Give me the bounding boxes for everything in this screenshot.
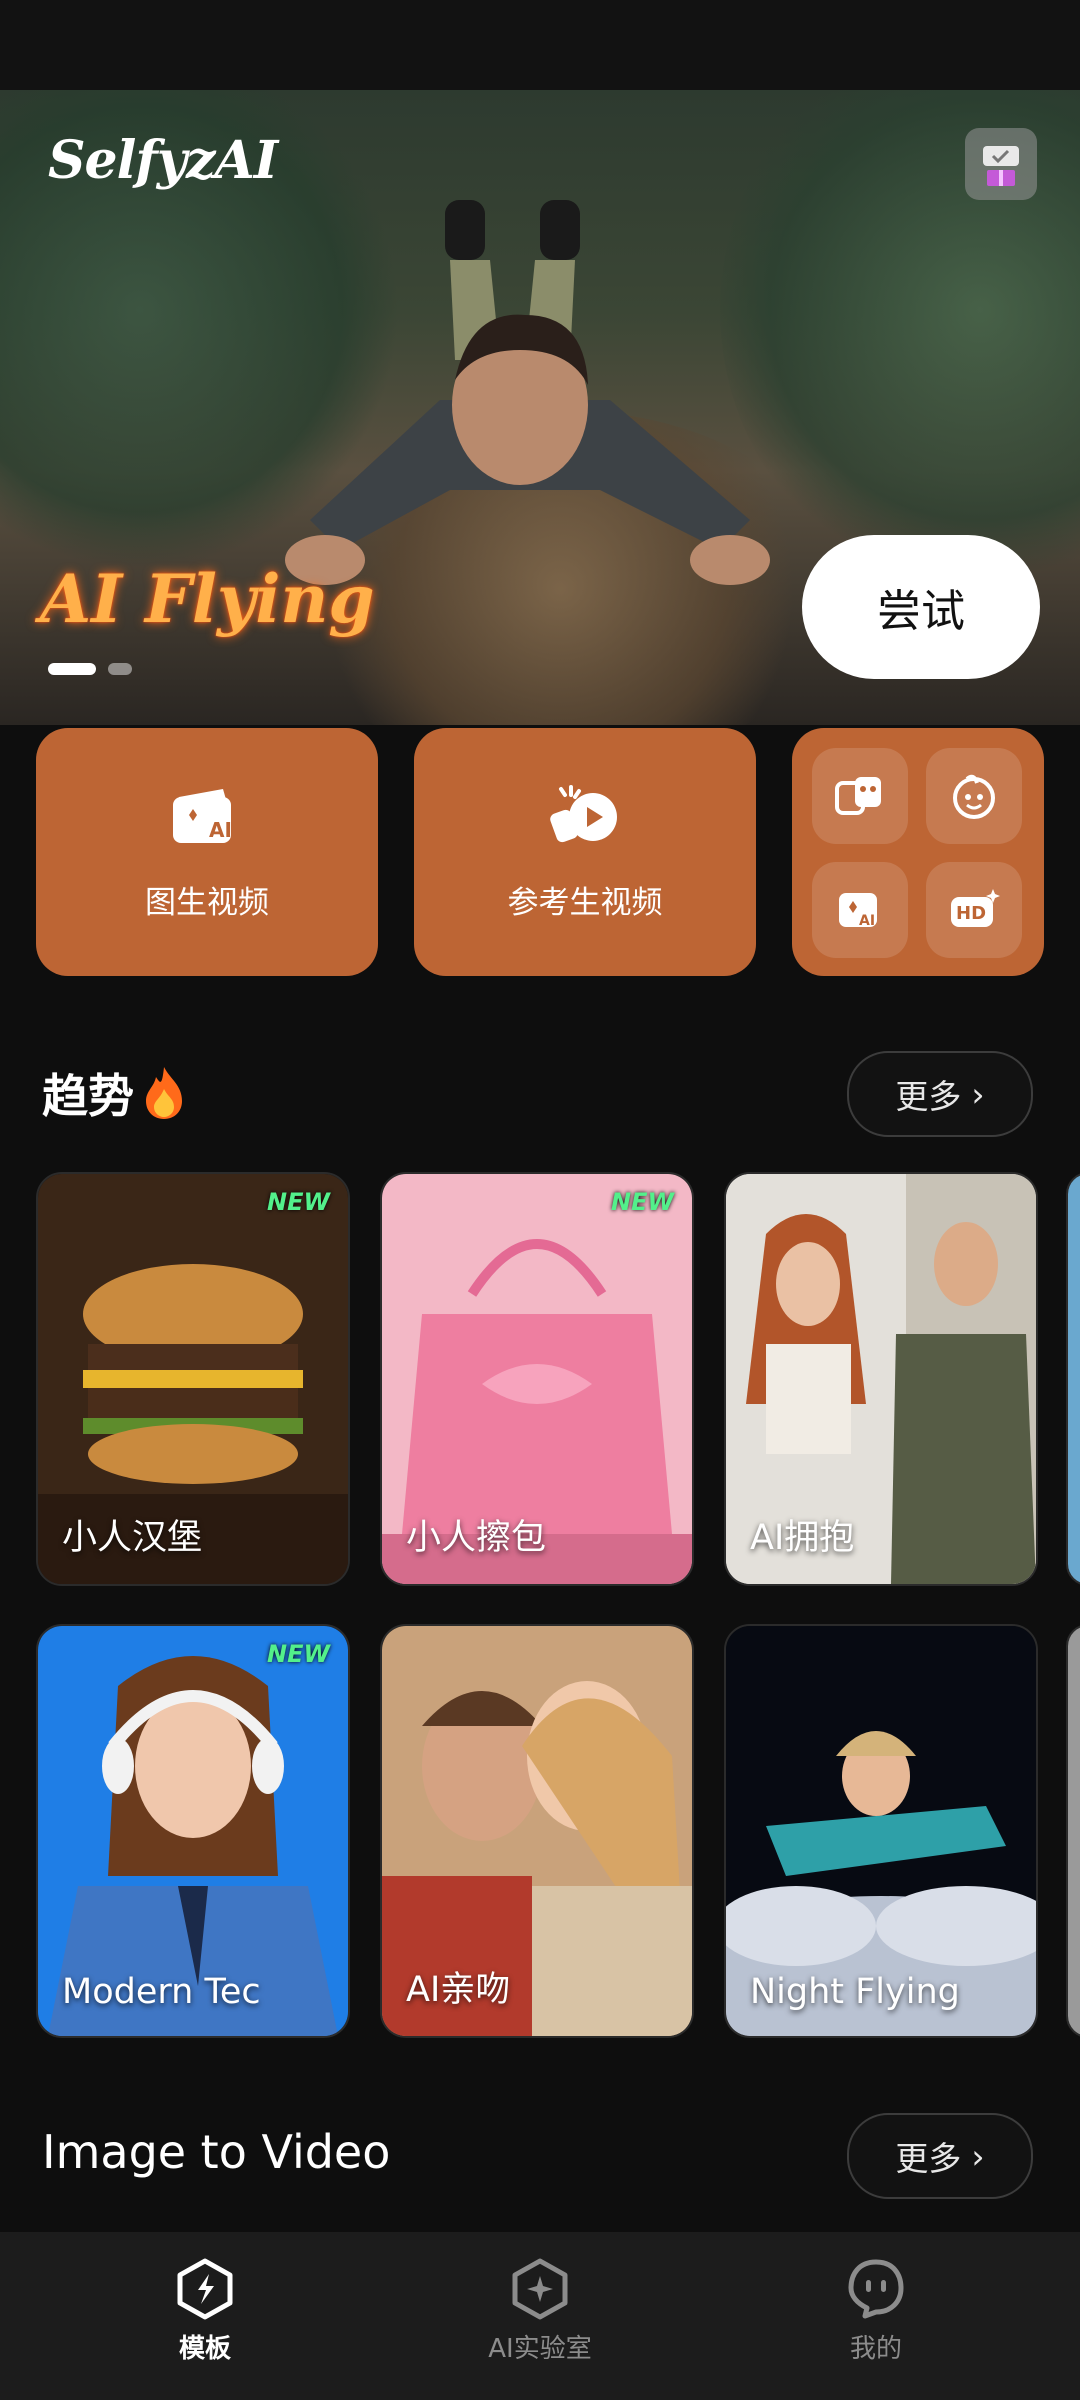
bottom-navigation: 模板 AI实验室 我的 xyxy=(0,2232,1080,2400)
nav-label-ai-lab: AI实验室 xyxy=(488,2334,592,2364)
nav-item-profile[interactable]: 我的 xyxy=(776,2258,976,2365)
template-card-partial[interactable] xyxy=(1066,1624,1080,2038)
hd-enhance-icon[interactable]: HD xyxy=(926,862,1022,958)
baby-face-icon[interactable] xyxy=(926,748,1022,844)
new-badge: NEW xyxy=(267,1640,330,1668)
new-badge: NEW xyxy=(611,1188,674,1216)
trending-more-label: 更多 xyxy=(895,1077,962,1116)
image-to-video-tile[interactable]: AI 图生视频 xyxy=(36,728,378,976)
reference-to-video-label: 参考生视频 xyxy=(507,884,663,921)
ai-lab-icon xyxy=(512,2258,568,2320)
status-bar xyxy=(0,0,1080,90)
card-label: AI拥抱 xyxy=(750,1518,855,1558)
ai-image-icon[interactable]: AI xyxy=(812,862,908,958)
card-label: 小人汉堡 xyxy=(62,1518,203,1558)
template-card[interactable]: AI亲吻 xyxy=(380,1624,694,2038)
template-card[interactable]: Night Flying xyxy=(724,1624,1038,2038)
checkin-gift-icon[interactable] xyxy=(965,128,1037,200)
image-to-video-more-button[interactable]: 更多 › xyxy=(847,2113,1033,2199)
card-image xyxy=(1068,1626,1080,2036)
image-to-video-label: 图生视频 xyxy=(145,884,269,921)
image-to-video-title-text: Image to Video xyxy=(42,2125,391,2179)
profile-icon xyxy=(848,2259,904,2319)
svg-text:AI: AI xyxy=(859,913,875,929)
card-label: Night Flying xyxy=(750,1972,960,2012)
nav-label-templates: 模板 xyxy=(178,2334,231,2364)
trending-section-title: 趋势 xyxy=(42,1060,188,1126)
try-button[interactable]: 尝试 xyxy=(802,535,1040,679)
template-card[interactable]: AI拥抱 xyxy=(724,1172,1038,1586)
card-label: Modern Tec xyxy=(62,1972,261,2012)
card-image xyxy=(1068,1174,1080,1584)
nav-item-templates[interactable]: 模板 xyxy=(105,2258,305,2365)
reference-to-video-tile[interactable]: 参考生视频 xyxy=(414,728,756,976)
svg-text:HD: HD xyxy=(956,903,986,924)
quick-tools-grid: AI HD xyxy=(792,728,1044,976)
card-label: 小人擦包 xyxy=(406,1518,547,1558)
template-card[interactable]: NEW 小人擦包 xyxy=(380,1172,694,1586)
carousel-indicator xyxy=(48,663,132,675)
fire-icon xyxy=(146,1067,182,1119)
template-card[interactable]: NEW Modern Tec xyxy=(36,1624,350,2038)
carousel-dot-active xyxy=(48,663,96,675)
hero-title: AI Flying xyxy=(40,560,375,638)
chevron-right-icon: › xyxy=(971,2136,985,2176)
template-card[interactable]: NEW 小人汉堡 xyxy=(36,1172,350,1586)
app-logo: SelfyzAI xyxy=(48,130,278,191)
hero-banner[interactable]: SelfyzAI AI Flying 尝试 xyxy=(0,90,1080,725)
template-card-partial[interactable] xyxy=(1066,1172,1080,1586)
trending-title-text: 趋势 xyxy=(42,1069,134,1123)
carousel-dot xyxy=(108,663,132,675)
nav-item-ai-lab[interactable]: AI实验室 xyxy=(440,2258,640,2365)
image-to-video-section-title: Image to Video xyxy=(42,2125,390,2179)
chevron-right-icon: › xyxy=(971,1074,985,1114)
image-to-video-more-label: 更多 xyxy=(895,2139,962,2178)
card-label: AI亲吻 xyxy=(406,1970,511,2010)
trending-more-button[interactable]: 更多 › xyxy=(847,1051,1033,1137)
svg-text:AI: AI xyxy=(209,818,232,842)
nav-label-profile: 我的 xyxy=(849,2334,902,2364)
face-swap-icon[interactable] xyxy=(812,748,908,844)
reference-video-icon xyxy=(550,784,617,842)
new-badge: NEW xyxy=(267,1188,330,1216)
template-icon xyxy=(177,2258,233,2320)
ai-video-icon: AI xyxy=(173,788,232,843)
